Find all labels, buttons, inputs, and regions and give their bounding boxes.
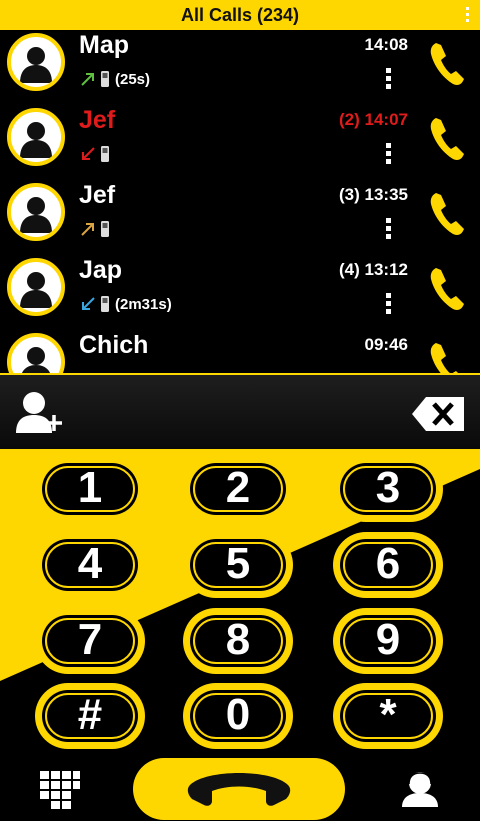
call-duration: (25s)	[115, 70, 151, 88]
call-log-row[interactable]: Jef (2) 14:07	[0, 105, 480, 180]
number-input-bar[interactable]	[0, 373, 480, 449]
contact-name: Jef	[79, 181, 116, 209]
avatar[interactable]	[7, 183, 65, 241]
call-meta: (25s)	[80, 68, 150, 90]
call-contact-icon[interactable]	[428, 41, 466, 87]
missed-arrow-icon	[82, 147, 95, 160]
key-5[interactable]: 5	[183, 532, 293, 598]
call-contact-icon[interactable]	[428, 191, 466, 237]
incoming-arrow-icon	[82, 297, 95, 310]
key-6[interactable]: 6	[333, 532, 443, 598]
call-duration: (2m31s)	[115, 295, 172, 313]
row-menu-icon[interactable]	[386, 293, 392, 317]
call-log-row[interactable]: Chich 09:46	[0, 330, 480, 373]
call-time: (3) 13:35	[339, 185, 408, 204]
bottom-action-bar	[0, 755, 480, 821]
mobile-phone-icon	[101, 296, 109, 312]
outgoing-unanswered-arrow-icon	[81, 223, 94, 236]
call-meta	[80, 218, 115, 240]
mobile-phone-icon	[101, 71, 109, 87]
call-contact-icon[interactable]	[428, 116, 466, 162]
avatar[interactable]	[7, 258, 65, 316]
call-log-row[interactable]: Jef (3) 13:35	[0, 180, 480, 255]
key-1[interactable]: 1	[35, 456, 145, 522]
row-menu-icon[interactable]	[386, 68, 392, 92]
key-4[interactable]: 4	[35, 532, 145, 598]
outgoing-arrow-icon	[81, 73, 94, 86]
row-menu-icon[interactable]	[386, 143, 392, 167]
top-bar: All Calls (234)	[0, 0, 480, 30]
call-meta	[80, 143, 115, 165]
key-2[interactable]: 2	[183, 456, 293, 522]
key-9[interactable]: 9	[333, 608, 443, 674]
key-0[interactable]: 0	[183, 683, 293, 749]
call-meta: (2m31s)	[80, 293, 172, 315]
page-title: All Calls (234)	[180, 5, 300, 25]
call-time: 09:46	[364, 335, 408, 354]
call-contact-icon[interactable]	[428, 341, 466, 373]
key-7[interactable]: 7	[35, 608, 145, 674]
call-time: 14:08	[364, 35, 408, 54]
avatar[interactable]	[7, 333, 65, 373]
key-3[interactable]: 3	[333, 456, 443, 522]
avatar[interactable]	[7, 33, 65, 91]
mobile-phone-icon	[101, 221, 109, 237]
mobile-phone-icon	[101, 146, 109, 162]
contact-icon[interactable]	[402, 771, 438, 807]
contact-name: Map	[79, 31, 129, 59]
row-menu-icon[interactable]	[386, 218, 392, 242]
key-star[interactable]: *	[333, 683, 443, 749]
contact-name: Chich	[79, 331, 149, 359]
add-contact-icon[interactable]	[16, 389, 68, 433]
call-log-row[interactable]: Map 14:08 (25s)	[0, 30, 480, 105]
key-8[interactable]: 8	[183, 608, 293, 674]
phone-handset-icon	[187, 773, 291, 806]
call-log-list[interactable]: Map 14:08 (25s) Jef (2) 14:07 Jef (3) 13…	[0, 30, 480, 373]
key-hash[interactable]: #	[35, 683, 145, 749]
call-time: (4) 13:12	[339, 260, 408, 279]
keypad-grid-icon[interactable]	[40, 771, 80, 809]
call-contact-icon[interactable]	[428, 266, 466, 312]
call-button[interactable]	[133, 758, 345, 820]
backspace-icon[interactable]	[412, 397, 464, 431]
call-time: (2) 14:07	[339, 110, 408, 129]
contact-name: Jap	[79, 256, 123, 284]
call-log-row[interactable]: Jap (4) 13:12 (2m31s)	[0, 255, 480, 330]
overflow-menu-icon[interactable]	[466, 7, 470, 23]
avatar[interactable]	[7, 108, 65, 166]
contact-name: Jef	[79, 106, 116, 134]
